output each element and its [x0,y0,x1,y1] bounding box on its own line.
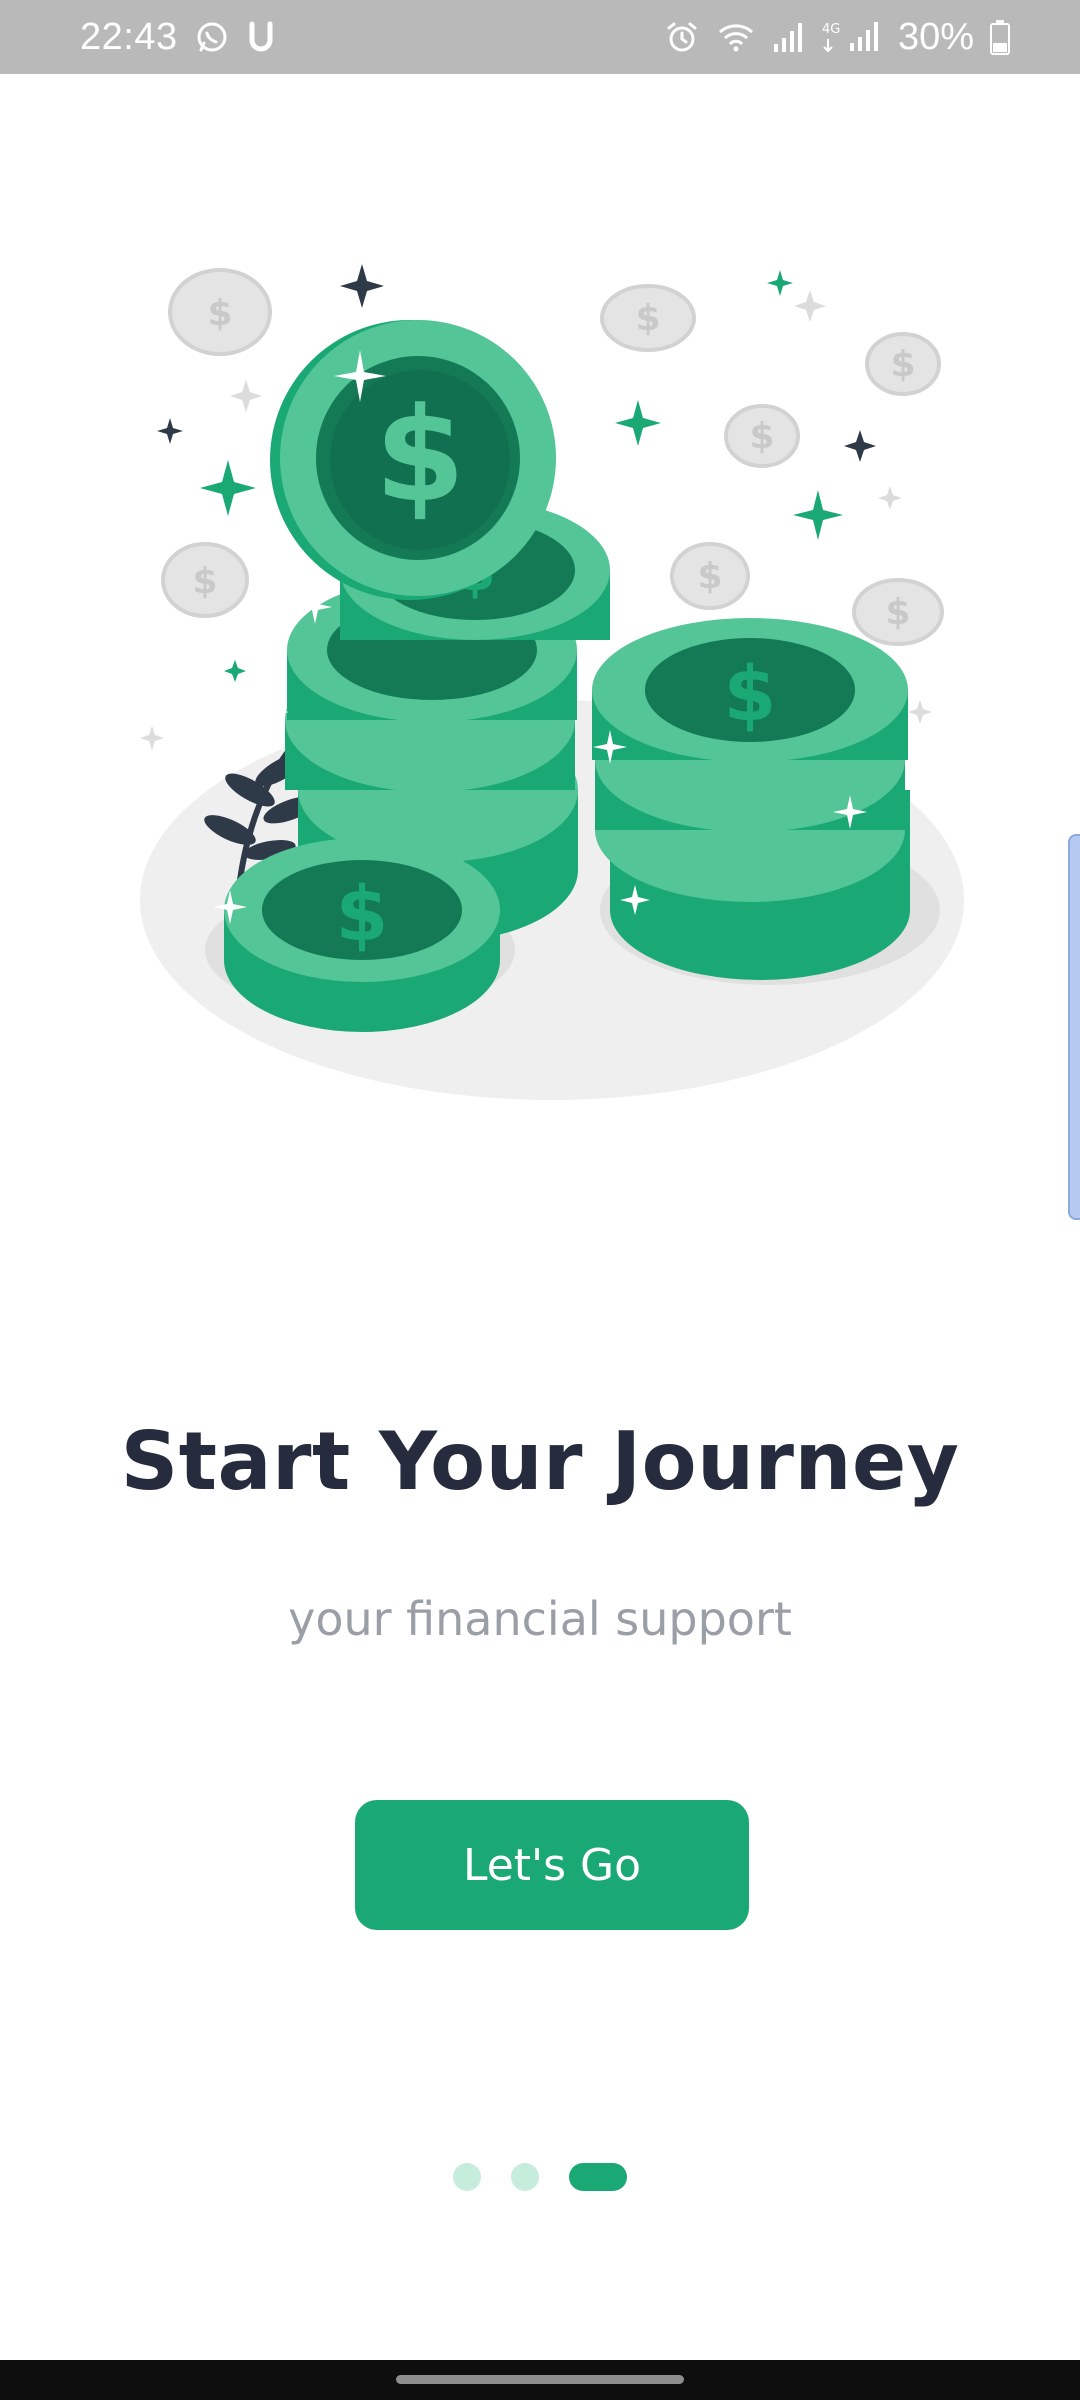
system-navigation-bar [0,2360,1080,2400]
lets-go-button-label: Let's Go [462,1839,642,1891]
svg-text:$: $ [885,592,910,633]
network-type-label: 4G [822,22,840,37]
signal-4g-icon: 4G [822,19,880,55]
svg-text:$: $ [635,298,660,339]
svg-text:$: $ [890,344,915,385]
edge-panel-handle[interactable] [1068,834,1080,1220]
svg-text:$: $ [192,561,217,602]
lets-go-button[interactable]: Let's Go [355,1800,749,1930]
signal-icon [772,20,806,54]
status-bar-left: 22:43 [80,16,276,59]
alarm-icon [664,19,700,55]
status-bar: 22:43 4G 30% [0,0,1080,74]
svg-text:$: $ [207,293,232,334]
page-indicator [0,2163,1080,2191]
svg-text:$: $ [336,869,389,958]
svg-text:$: $ [697,556,722,597]
svg-text:$: $ [749,416,774,457]
wifi-icon [716,20,756,54]
coins-illustration: $ $ $ $ $ $ $ $ $ $ [130,250,970,1110]
onboarding-subtitle: your financial support [288,1592,792,1646]
battery-percentage: 30% [897,15,974,58]
status-bar-right: 4G 30% [664,16,1010,59]
onboarding-title: Start Your Journey [120,1415,960,1508]
page-dot-3-active[interactable] [569,2163,627,2191]
u-app-icon [246,20,276,54]
whatsapp-icon [194,19,230,55]
battery-icon [990,19,1010,55]
svg-text:$: $ [375,379,465,531]
onboarding-screen: 22:43 4G 30% $ $ $ $ $ $ $ $ $ $ Start Y… [0,0,1080,2400]
status-time: 22:43 [80,15,178,58]
svg-text:$: $ [724,649,777,738]
page-dot-1[interactable] [453,2163,481,2191]
page-dot-2[interactable] [511,2163,539,2191]
home-indicator[interactable] [396,2375,684,2384]
